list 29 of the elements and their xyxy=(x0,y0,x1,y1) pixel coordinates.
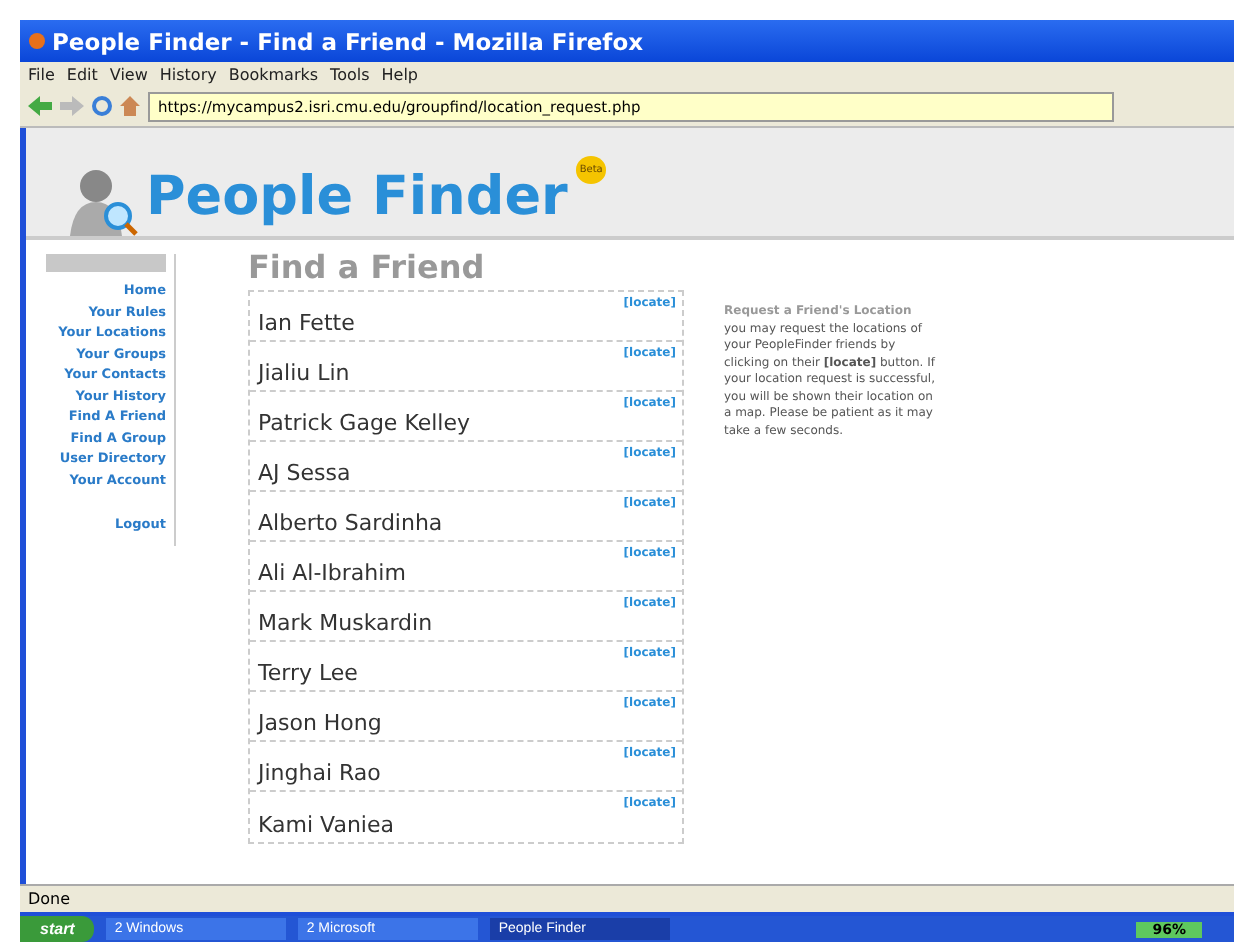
friend-name: Patrick Gage Kelley xyxy=(258,410,471,436)
menu-item[interactable]: Help xyxy=(381,65,419,83)
reload-icon[interactable] xyxy=(92,96,112,116)
window-title-text: People Finder - Find a Friend - Mozilla Firefox xyxy=(52,27,644,55)
friend-name: Ian Fette xyxy=(258,310,355,336)
friend-name: Ali Al-Ibrahim xyxy=(258,560,406,586)
menu-item[interactable]: View xyxy=(109,65,148,83)
friend-name: AJ Sessa xyxy=(258,460,351,486)
menu-item[interactable]: Bookmarks xyxy=(228,65,319,83)
sidebar-header xyxy=(46,254,166,272)
logo-text: People Finder xyxy=(146,166,568,228)
person-search-icon xyxy=(70,168,138,236)
menu-item[interactable]: File xyxy=(28,65,55,83)
friend-name: Jialiu Lin xyxy=(258,360,350,386)
friend-name: Kami Vaniea xyxy=(258,812,394,838)
friend-name: Mark Muskardin xyxy=(258,610,433,636)
back-icon[interactable] xyxy=(28,96,52,116)
start-button[interactable]: start xyxy=(20,916,95,942)
friend-name: Terry Lee xyxy=(258,660,358,686)
page-heading: Find a Friend xyxy=(248,248,487,290)
status-bar: Done xyxy=(20,884,1234,912)
home-icon[interactable] xyxy=(120,96,140,116)
forward-icon[interactable] xyxy=(60,96,84,116)
menu-item[interactable]: Tools xyxy=(330,65,370,83)
menu-item[interactable]: Edit xyxy=(66,65,98,83)
friend-name: Jinghai Rao xyxy=(258,760,381,786)
friend-name: Jason Hong xyxy=(258,710,382,736)
menu-item[interactable]: History xyxy=(159,65,217,83)
friend-name: Alberto Sardinha xyxy=(258,510,443,536)
